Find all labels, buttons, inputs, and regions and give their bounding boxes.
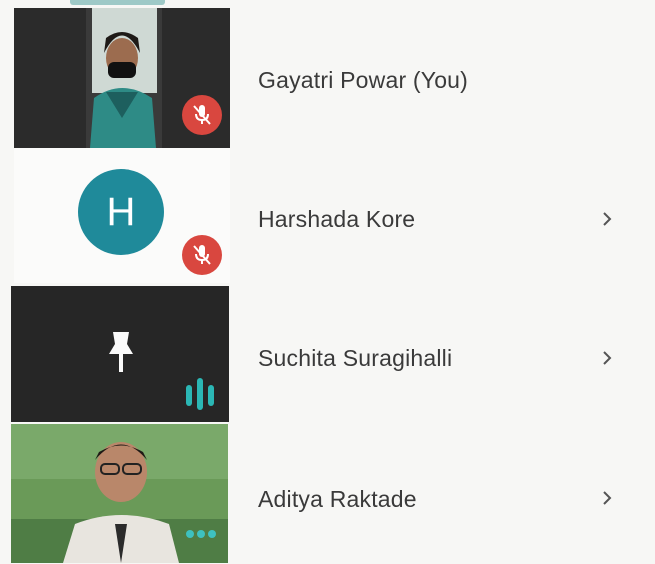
participant-video-tile — [14, 8, 230, 148]
participant-row[interactable]: Suchita Suragihalli — [0, 286, 655, 426]
participant-row[interactable]: Aditya Raktade — [0, 424, 655, 564]
mic-off-icon — [193, 245, 211, 265]
muted-indicator — [182, 235, 222, 275]
more-dots-icon[interactable] — [185, 528, 217, 540]
participant-video-tile — [11, 424, 228, 563]
participant-name: Harshada Kore — [258, 206, 416, 232]
audio-level-icon — [186, 378, 214, 410]
chevron-right-icon[interactable] — [598, 489, 616, 507]
avatar: H — [78, 169, 164, 255]
chevron-right-icon[interactable] — [598, 349, 616, 367]
participant-video — [11, 424, 228, 563]
mic-off-icon — [193, 105, 211, 125]
participant-name: Aditya Raktade — [258, 486, 417, 512]
participant-name: Gayatri Powar (You) — [258, 67, 469, 93]
participant-row[interactable]: H Harshada Kore — [0, 148, 655, 288]
participant-pinned-tile — [11, 286, 229, 422]
muted-indicator — [182, 95, 222, 135]
participant-name: Suchita Suragihalli — [258, 345, 453, 371]
participants-list: Gayatri Powar (You) H Harshada Kore Such… — [0, 0, 655, 563]
participant-avatar-tile: H — [14, 148, 230, 283]
participant-row[interactable]: Gayatri Powar (You) — [0, 8, 655, 148]
chevron-right-icon[interactable] — [598, 210, 616, 228]
pin-icon — [109, 332, 133, 372]
